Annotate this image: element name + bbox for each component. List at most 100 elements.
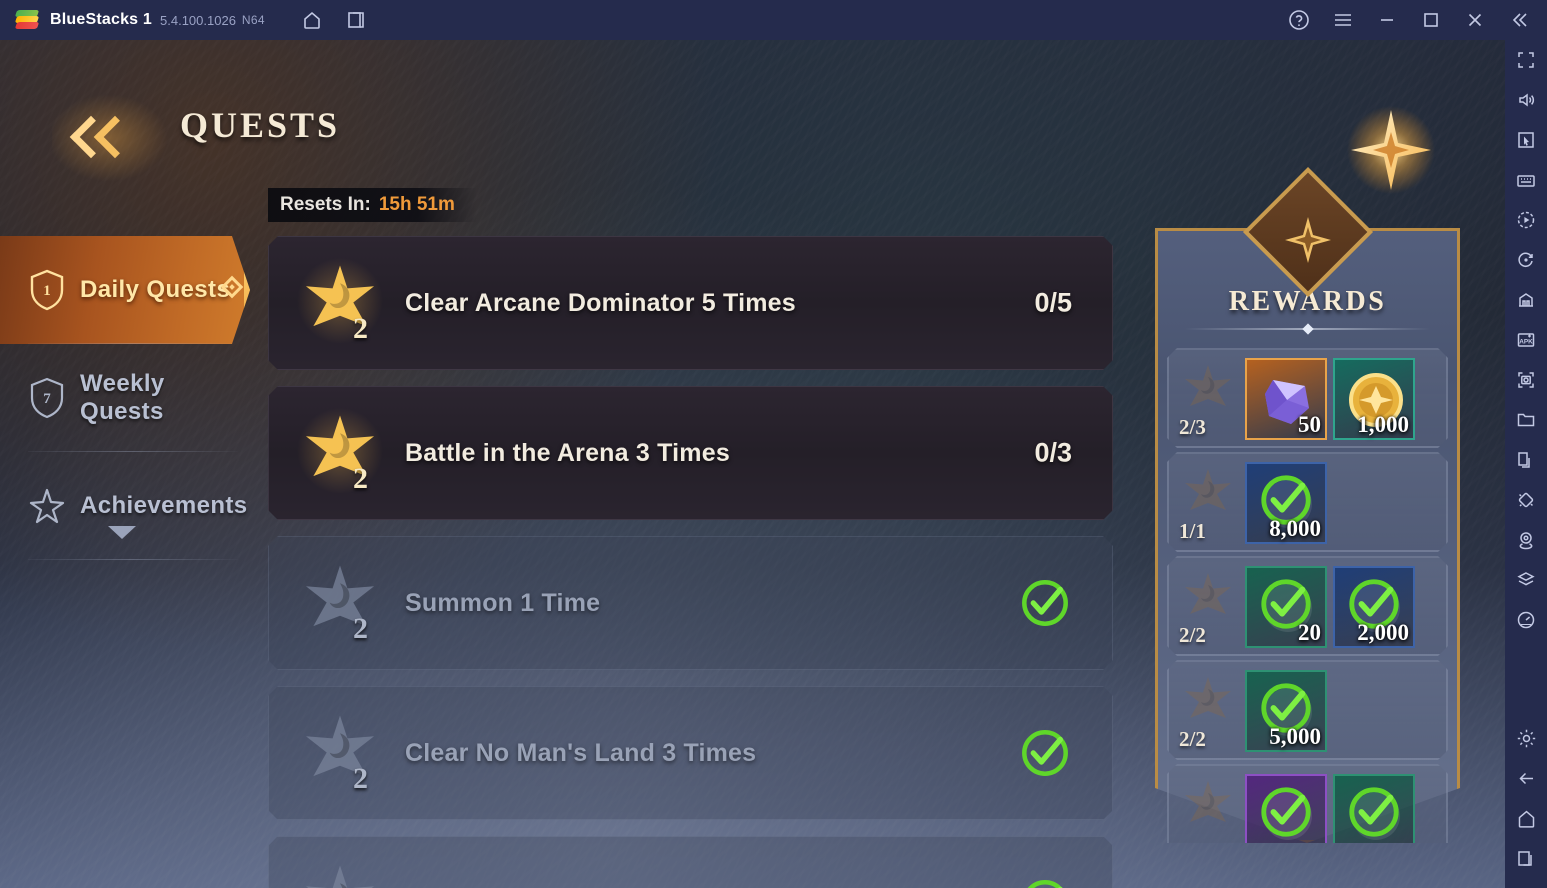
reward-item[interactable]: 5,000 <box>1245 670 1327 752</box>
reward-progress: 1/1 <box>1179 519 1206 543</box>
bluestacks-side-toolbar: APK <box>1505 40 1547 888</box>
sidebar-item-label: Daily Quests <box>80 276 231 303</box>
quest-list: 2 Clear Arcane Dominator 5 Times 0/5 2 Battl… <box>268 236 1113 888</box>
quest-title: Summon 1 Time <box>405 588 601 617</box>
quest-status[interactable] <box>1018 576 1072 630</box>
check-icon[interactable] <box>1018 726 1072 780</box>
sidebar-item-daily-quests[interactable]: 1 Daily Quests <box>0 236 250 344</box>
performance-icon[interactable] <box>1505 600 1547 640</box>
back-icon[interactable] <box>1505 758 1547 798</box>
rewards-star-icon <box>1282 214 1334 266</box>
maximize-icon[interactable] <box>1411 5 1451 35</box>
quest-title: Battle in the Arena 3 Times <box>405 438 730 467</box>
quest-category-tabs: 1 Daily Quests 7 Weekly Quests Achieveme… <box>0 236 250 560</box>
reward-amount: 1,000 <box>1357 412 1409 437</box>
help-icon[interactable] <box>1279 5 1319 35</box>
reward-amount: 8,000 <box>1269 516 1321 541</box>
layers-icon[interactable] <box>1505 560 1547 600</box>
home-icon[interactable] <box>1505 798 1547 838</box>
multi-instance-icon[interactable] <box>1505 440 1547 480</box>
chevron-down-icon[interactable] <box>108 526 136 539</box>
fullscreen-icon[interactable] <box>1505 40 1547 80</box>
volume-icon[interactable] <box>1505 80 1547 120</box>
quest-status[interactable] <box>1018 726 1072 780</box>
reward-item[interactable] <box>1333 774 1415 843</box>
reward-item[interactable]: 1,000 <box>1333 358 1415 440</box>
sidebar-item-label: Achievements <box>80 492 248 519</box>
rewards-row-list: 2/3 50 1,000 1/1 8,000 2/2 20 2,000 2/2 5,000 <box>1167 348 1448 843</box>
quest-status[interactable] <box>1018 876 1072 888</box>
quest-row[interactable]: 2 Summon 1 Time <box>268 536 1113 670</box>
reward-amount: 5,000 <box>1269 724 1321 749</box>
macro-recorder-icon[interactable] <box>1505 200 1547 240</box>
reward-item-list: 8,000 <box>1245 462 1327 544</box>
quest-title: Clear No Man's Land 3 Times <box>405 738 757 767</box>
check-icon <box>1257 783 1315 841</box>
quest-points-value: 2 <box>353 612 368 645</box>
quest-row[interactable]: 2 Clear No Man's Land 3 Times <box>268 686 1113 820</box>
reward-item-list: 5,000 <box>1245 670 1327 752</box>
check-icon[interactable] <box>1018 876 1072 888</box>
close-icon[interactable] <box>1455 5 1495 35</box>
divider <box>1185 328 1430 330</box>
quest-points-value: 2 <box>353 762 368 795</box>
svg-text:1: 1 <box>43 283 51 299</box>
title-bar: BlueStacks 1 5.4.100.1026 N64 <box>0 0 1547 40</box>
reward-progress: 2/3 <box>1179 415 1206 439</box>
reward-row[interactable] <box>1167 764 1448 843</box>
multi-instance-icon[interactable] <box>339 5 373 35</box>
cursor-icon[interactable] <box>1505 120 1547 160</box>
quest-progress: 0/3 <box>1034 437 1072 468</box>
reward-item[interactable]: 2,000 <box>1333 566 1415 648</box>
star-burst-icon[interactable] <box>1343 102 1439 198</box>
settings-icon[interactable] <box>1505 718 1547 758</box>
home-icon[interactable] <box>295 5 329 35</box>
shield-badge-icon: 7 <box>28 377 66 419</box>
game-guide-icon[interactable] <box>1505 280 1547 320</box>
reward-row[interactable]: 2/2 20 2,000 <box>1167 556 1448 656</box>
sidebar-item-label: Weekly Quests <box>80 370 165 425</box>
reset-value: 15h 51m <box>378 194 455 215</box>
check-icon[interactable] <box>1018 576 1072 630</box>
reward-milestone-star-icon <box>1183 676 1233 728</box>
page-title: QUESTS <box>180 105 341 145</box>
window-controls <box>1275 0 1539 40</box>
back-emblem-icon[interactable] <box>52 90 174 186</box>
media-folder-icon[interactable] <box>1505 400 1547 440</box>
install-apk-icon[interactable]: APK <box>1505 320 1547 360</box>
reward-progress: 2/2 <box>1179 623 1206 647</box>
quest-points-star-icon: 2 <box>303 864 377 888</box>
reward-row[interactable]: 2/2 5,000 <box>1167 660 1448 760</box>
quest-points-star-icon: 2 <box>291 402 389 500</box>
reset-label: Resets In: <box>280 194 371 215</box>
reward-item[interactable] <box>1245 774 1327 843</box>
shield-badge-icon: 1 <box>28 269 66 311</box>
shake-icon[interactable] <box>1505 480 1547 520</box>
reward-row[interactable]: 2/3 50 1,000 <box>1167 348 1448 448</box>
sidebar-item-achievements[interactable]: Achievements <box>0 452 250 560</box>
sidebar-item-weekly-quests[interactable]: 7 Weekly Quests <box>0 344 250 452</box>
reward-item[interactable]: 20 <box>1245 566 1327 648</box>
minimize-icon[interactable] <box>1367 5 1407 35</box>
menu-icon[interactable] <box>1323 5 1363 35</box>
quest-points-star-icon: 2 <box>303 564 377 645</box>
rotate-icon[interactable] <box>1505 240 1547 280</box>
game-viewport[interactable]: QUESTS Resets In: 15h 51m 1 Daily Quests… <box>0 40 1505 888</box>
reward-milestone-star-icon <box>1183 468 1233 520</box>
collapse-icon[interactable] <box>1499 5 1539 35</box>
reward-item[interactable]: 50 <box>1245 358 1327 440</box>
quest-row[interactable]: 2 Clear Arcane Dominator 5 Times 0/5 <box>268 236 1113 370</box>
keyboard-controls-icon[interactable] <box>1505 160 1547 200</box>
achievement-star-icon <box>28 485 66 527</box>
quest-row[interactable]: 2 Battle in the Arena 3 Times 0/3 <box>268 386 1113 520</box>
quest-row[interactable]: 2Promote 1 Hero <box>268 836 1113 888</box>
quest-status: 0/5 <box>1034 288 1072 319</box>
reward-milestone-star-icon <box>1183 780 1233 832</box>
reward-row[interactable]: 1/1 8,000 <box>1167 452 1448 552</box>
quest-points-value: 2 <box>353 462 368 495</box>
screenshot-icon[interactable] <box>1505 360 1547 400</box>
reward-item[interactable]: 8,000 <box>1245 462 1327 544</box>
quest-title: Clear Arcane Dominator 5 Times <box>405 288 796 317</box>
recents-icon[interactable] <box>1505 838 1547 878</box>
location-icon[interactable] <box>1505 520 1547 560</box>
